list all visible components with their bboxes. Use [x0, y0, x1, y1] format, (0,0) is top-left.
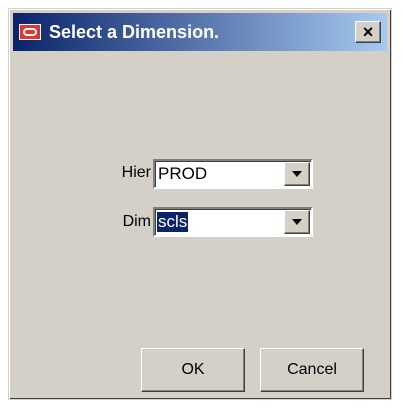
hier-select-value: PROD: [158, 164, 208, 183]
chevron-down-icon: [292, 219, 302, 225]
dim-select[interactable]: scls: [153, 207, 313, 237]
dialog-window: Select a Dimension. × Hier PROD Dim scls…: [8, 8, 392, 400]
cancel-button[interactable]: Cancel: [260, 348, 364, 392]
dim-dropdown-button[interactable]: [284, 210, 310, 234]
close-button[interactable]: ×: [355, 21, 381, 43]
oracle-logo-icon: [19, 24, 41, 40]
hier-select[interactable]: PROD: [153, 159, 313, 189]
dim-select-value: scls: [157, 212, 189, 232]
dim-label: Dim: [122, 213, 151, 230]
close-icon: ×: [362, 22, 374, 42]
hier-label: Hier: [121, 164, 151, 181]
chevron-down-icon: [292, 171, 302, 177]
dialog-title: Select a Dimension.: [49, 22, 220, 42]
hier-dropdown-button[interactable]: [284, 162, 310, 186]
ok-button[interactable]: OK: [141, 348, 245, 392]
title-bar[interactable]: Select a Dimension. ×: [13, 13, 387, 51]
